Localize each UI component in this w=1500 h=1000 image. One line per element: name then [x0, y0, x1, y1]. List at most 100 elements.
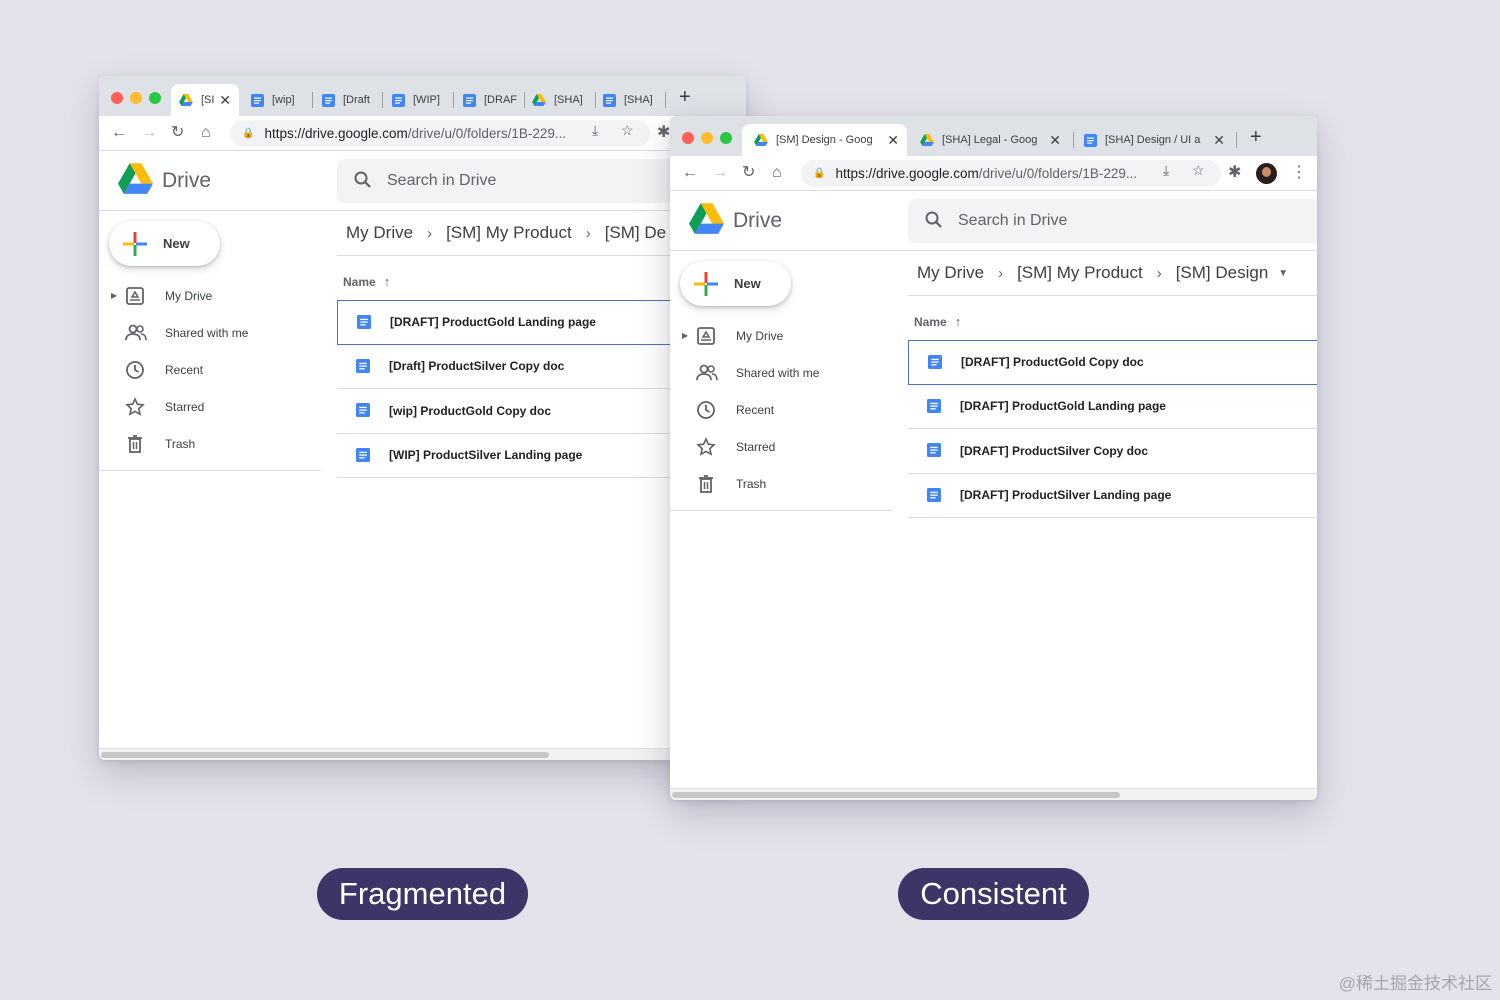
maximize-window-button[interactable] [149, 92, 161, 104]
minimize-window-button[interactable] [130, 92, 142, 104]
drive-title: Drive [162, 169, 212, 192]
plus-icon [123, 232, 147, 259]
trash-icon [125, 434, 145, 454]
sidebar-item-trash[interactable]: Trash [99, 425, 321, 462]
breadcrumb-item[interactable]: [SM] Design [1176, 263, 1269, 283]
back-icon[interactable]: ← [111, 123, 127, 143]
dropdown-arrow-icon[interactable]: ▼ [1278, 268, 1288, 279]
sidebar-item-recent[interactable]: Recent [670, 391, 892, 428]
horizontal-scrollbar[interactable] [670, 788, 1317, 800]
file-row[interactable]: [DRAFT] ProductGold Landing page [908, 385, 1317, 429]
lock-icon: 🔒 [813, 168, 826, 179]
sidebar-item-my-drive[interactable]: ▶ My Drive [670, 317, 892, 354]
extensions-icon[interactable]: ✱ [657, 123, 670, 143]
tab-7[interactable]: [SHA] [601, 84, 663, 116]
drive-favicon-icon [532, 94, 546, 106]
minimize-window-button[interactable] [701, 132, 713, 144]
sidebar-item-my-drive[interactable]: ▶ My Drive [99, 277, 321, 314]
maximize-window-button[interactable] [720, 132, 732, 144]
file-name: [Draft] ProductSilver Copy doc [389, 359, 565, 374]
tab-2[interactable]: [wip] [247, 84, 309, 116]
tab-close-icon[interactable]: ✕ [215, 92, 239, 109]
new-button[interactable]: New [680, 261, 791, 306]
file-row[interactable]: [DRAFT] ProductGold Copy doc [908, 340, 1317, 385]
breadcrumb-item[interactable]: [SM] De [605, 223, 666, 243]
close-window-button[interactable] [682, 132, 694, 144]
trash-icon [696, 474, 716, 494]
url-host: https://drive.google.com [264, 126, 408, 141]
profile-avatar[interactable] [1256, 163, 1277, 184]
sort-arrow-up-icon[interactable]: ↑ [384, 274, 391, 289]
tab-6[interactable]: [SHA] [530, 84, 592, 116]
file-row[interactable]: [DRAFT] ProductSilver Landing page [908, 474, 1317, 518]
more-menu-icon[interactable]: ⋮ [1291, 163, 1307, 183]
sidebar-item-recent[interactable]: Recent [99, 351, 321, 388]
tab-4[interactable]: [WIP] [388, 84, 450, 116]
sidebar-item-starred[interactable]: Starred [670, 428, 892, 465]
sidebar-item-shared[interactable]: Shared with me [670, 354, 892, 391]
new-button[interactable]: New [109, 221, 220, 266]
new-tab-button[interactable]: + [1250, 126, 1262, 149]
tab-3[interactable]: [Draft [318, 84, 380, 116]
sidebar-item-starred[interactable]: Starred [99, 388, 321, 425]
browser-toolbar: ← → ↻ ⌂ 🔒 https://drive.google.com/drive… [99, 116, 746, 151]
install-icon[interactable]: ⤓ [592, 122, 598, 139]
address-bar[interactable]: 🔒 https://drive.google.com/drive/u/0/fol… [230, 120, 650, 147]
scrollbar-thumb[interactable] [101, 752, 549, 758]
chevron-right-icon: › [1156, 264, 1162, 282]
scrollbar-thumb[interactable] [672, 792, 1120, 798]
window-controls [111, 92, 161, 104]
file-name: [DRAFT] ProductSilver Copy doc [960, 443, 1149, 458]
breadcrumb-item[interactable]: My Drive [346, 223, 413, 243]
install-icon[interactable]: ⤓ [1163, 162, 1169, 179]
home-icon[interactable]: ⌂ [772, 163, 782, 183]
close-window-button[interactable] [111, 92, 123, 104]
tab-1[interactable]: [SI ✕ [171, 84, 239, 116]
file-list: [DRAFT] ProductGold Copy doc [DRAFT] Pro… [908, 340, 1317, 518]
chevron-right-icon: › [585, 224, 591, 242]
tab-3[interactable]: [SHA] Design / UI a ✕ [1078, 124, 1233, 156]
tab-close-icon[interactable]: ✕ [1045, 132, 1069, 149]
name-column-header[interactable]: Name ↑ [343, 274, 390, 289]
tab-2[interactable]: [SHA] Legal - Goog ✕ [914, 124, 1069, 156]
address-bar[interactable]: 🔒 https://drive.google.com/drive/u/0/fol… [801, 160, 1221, 187]
breadcrumb-item[interactable]: [SM] My Product [446, 223, 572, 243]
search-icon[interactable] [924, 210, 944, 235]
reload-icon[interactable]: ↻ [742, 163, 755, 183]
home-icon[interactable]: ⌂ [201, 123, 211, 143]
watermark-text: @稀土掘金技术社区 [1338, 974, 1492, 993]
search-input[interactable]: Search in Drive [908, 199, 1317, 243]
search-placeholder: Search in Drive [958, 212, 1068, 229]
file-row[interactable]: [DRAFT] ProductSilver Copy doc [908, 429, 1317, 474]
tab-close-icon[interactable]: ✕ [1209, 132, 1233, 149]
fragmented-label: Fragmented [317, 868, 528, 920]
breadcrumb-item[interactable]: [SM] My Product [1017, 263, 1143, 283]
back-icon[interactable]: ← [682, 163, 698, 183]
forward-icon[interactable]: → [712, 163, 728, 183]
tab-close-icon[interactable]: ✕ [883, 132, 907, 149]
file-name: [DRAFT] ProductSilver Landing page [960, 488, 1172, 503]
bookmark-star-icon[interactable]: ☆ [1192, 162, 1205, 179]
extensions-icon[interactable]: ✱ [1228, 163, 1241, 183]
reload-icon[interactable]: ↻ [171, 123, 184, 143]
new-tab-button[interactable]: + [679, 86, 691, 109]
breadcrumb-item[interactable]: My Drive [917, 263, 984, 283]
expand-caret-icon[interactable]: ▶ [111, 291, 117, 300]
name-column-header[interactable]: Name ↑ [914, 314, 961, 329]
sidebar-item-shared[interactable]: Shared with me [99, 314, 321, 351]
horizontal-scrollbar[interactable] [99, 748, 746, 760]
clock-icon [125, 360, 145, 380]
sort-arrow-up-icon[interactable]: ↑ [955, 314, 962, 329]
url-path: /drive/u/0/folders/1B-229... [407, 126, 567, 141]
tab-bar: [SI ✕ [wip] [Draft [WIP] [DRAF [SHA] [SH… [99, 76, 746, 116]
sidebar-item-trash[interactable]: Trash [670, 465, 892, 502]
drive-logo-icon [118, 163, 153, 199]
forward-icon[interactable]: → [141, 123, 157, 143]
docs-favicon-icon [1084, 133, 1097, 147]
tab-1[interactable]: [SM] Design - Goog ✕ [742, 124, 907, 156]
expand-caret-icon[interactable]: ▶ [682, 331, 688, 340]
tab-5[interactable]: [DRAF [459, 84, 521, 116]
bookmark-star-icon[interactable]: ☆ [621, 122, 634, 139]
search-icon[interactable] [353, 170, 373, 195]
docs-favicon-icon [603, 93, 616, 107]
